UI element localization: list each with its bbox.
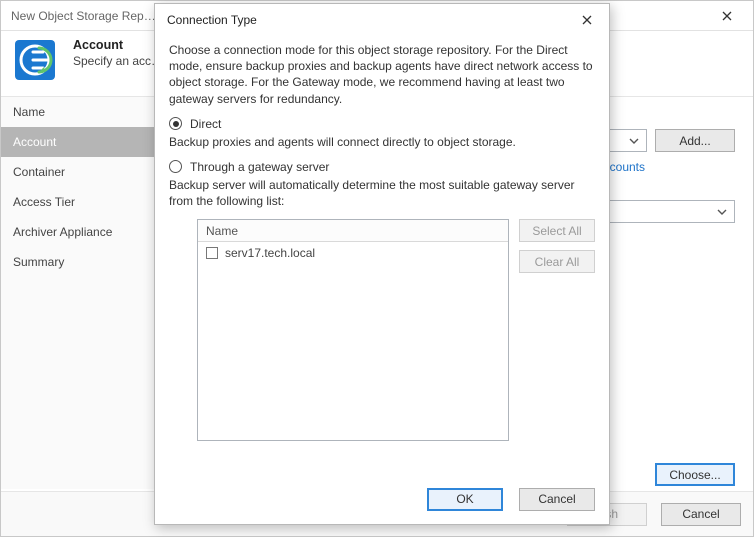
add-credentials-button[interactable]: Add... bbox=[655, 129, 735, 152]
close-icon bbox=[582, 15, 592, 25]
dialog-cancel-button[interactable]: Cancel bbox=[519, 488, 595, 511]
gateway-list-area: Name serv17.tech.local Select All Clear … bbox=[197, 219, 595, 441]
wizard-cancel-button[interactable]: Cancel bbox=[661, 503, 741, 526]
wizard-step-subtitle: Specify an acc… bbox=[73, 54, 163, 68]
radio-gateway-label: Through a gateway server bbox=[190, 160, 329, 174]
dialog-close-button[interactable] bbox=[573, 6, 601, 34]
chevron-down-icon bbox=[626, 133, 642, 149]
wizard-step-title: Account bbox=[73, 38, 163, 52]
radio-direct-desc: Backup proxies and agents will connect d… bbox=[169, 134, 595, 150]
sidebar-item-name[interactable]: Name bbox=[1, 97, 160, 127]
connection-type-dialog: Connection Type Choose a connection mode… bbox=[154, 3, 610, 525]
dialog-intro-text: Choose a connection mode for this object… bbox=[169, 42, 595, 107]
select-all-button: Select All bbox=[519, 219, 595, 242]
chevron-down-icon bbox=[714, 204, 730, 220]
list-buttons: Select All Clear All bbox=[519, 219, 595, 441]
radio-direct-label: Direct bbox=[190, 117, 221, 131]
list-item-label: serv17.tech.local bbox=[225, 246, 315, 260]
close-icon bbox=[722, 11, 732, 21]
list-item[interactable]: serv17.tech.local bbox=[198, 242, 508, 264]
sidebar-item-container[interactable]: Container bbox=[1, 157, 160, 187]
wizard-window: New Object Storage Rep… Account Specify … bbox=[0, 0, 754, 537]
dialog-footer: OK Cancel bbox=[155, 480, 609, 524]
sidebar-item-summary[interactable]: Summary bbox=[1, 247, 160, 277]
radio-direct[interactable]: Direct bbox=[169, 117, 595, 131]
window-close-button[interactable] bbox=[707, 2, 747, 30]
checkbox-icon[interactable] bbox=[206, 247, 218, 259]
sidebar-item-archiver-appliance[interactable]: Archiver Appliance bbox=[1, 217, 160, 247]
storage-account-icon bbox=[13, 38, 57, 82]
radio-icon bbox=[169, 160, 182, 173]
choose-connection-button[interactable]: Choose... bbox=[655, 463, 735, 486]
gateway-server-list[interactable]: Name serv17.tech.local bbox=[197, 219, 509, 441]
list-header-name: Name bbox=[198, 220, 508, 242]
clear-all-button: Clear All bbox=[519, 250, 595, 273]
radio-gateway-desc: Backup server will automatically determi… bbox=[169, 177, 595, 209]
radio-icon bbox=[169, 117, 182, 130]
wizard-header-text: Account Specify an acc… bbox=[73, 36, 163, 84]
wizard-step-icon bbox=[11, 36, 59, 84]
dialog-ok-button[interactable]: OK bbox=[427, 488, 503, 511]
dialog-titlebar: Connection Type bbox=[155, 4, 609, 36]
radio-gateway[interactable]: Through a gateway server bbox=[169, 160, 595, 174]
sidebar-item-account[interactable]: Account bbox=[1, 127, 160, 157]
dialog-body: Choose a connection mode for this object… bbox=[155, 36, 609, 480]
sidebar-item-access-tier[interactable]: Access Tier bbox=[1, 187, 160, 217]
dialog-title: Connection Type bbox=[167, 13, 573, 27]
wizard-steps-sidebar: Name Account Container Access Tier Archi… bbox=[1, 97, 161, 489]
